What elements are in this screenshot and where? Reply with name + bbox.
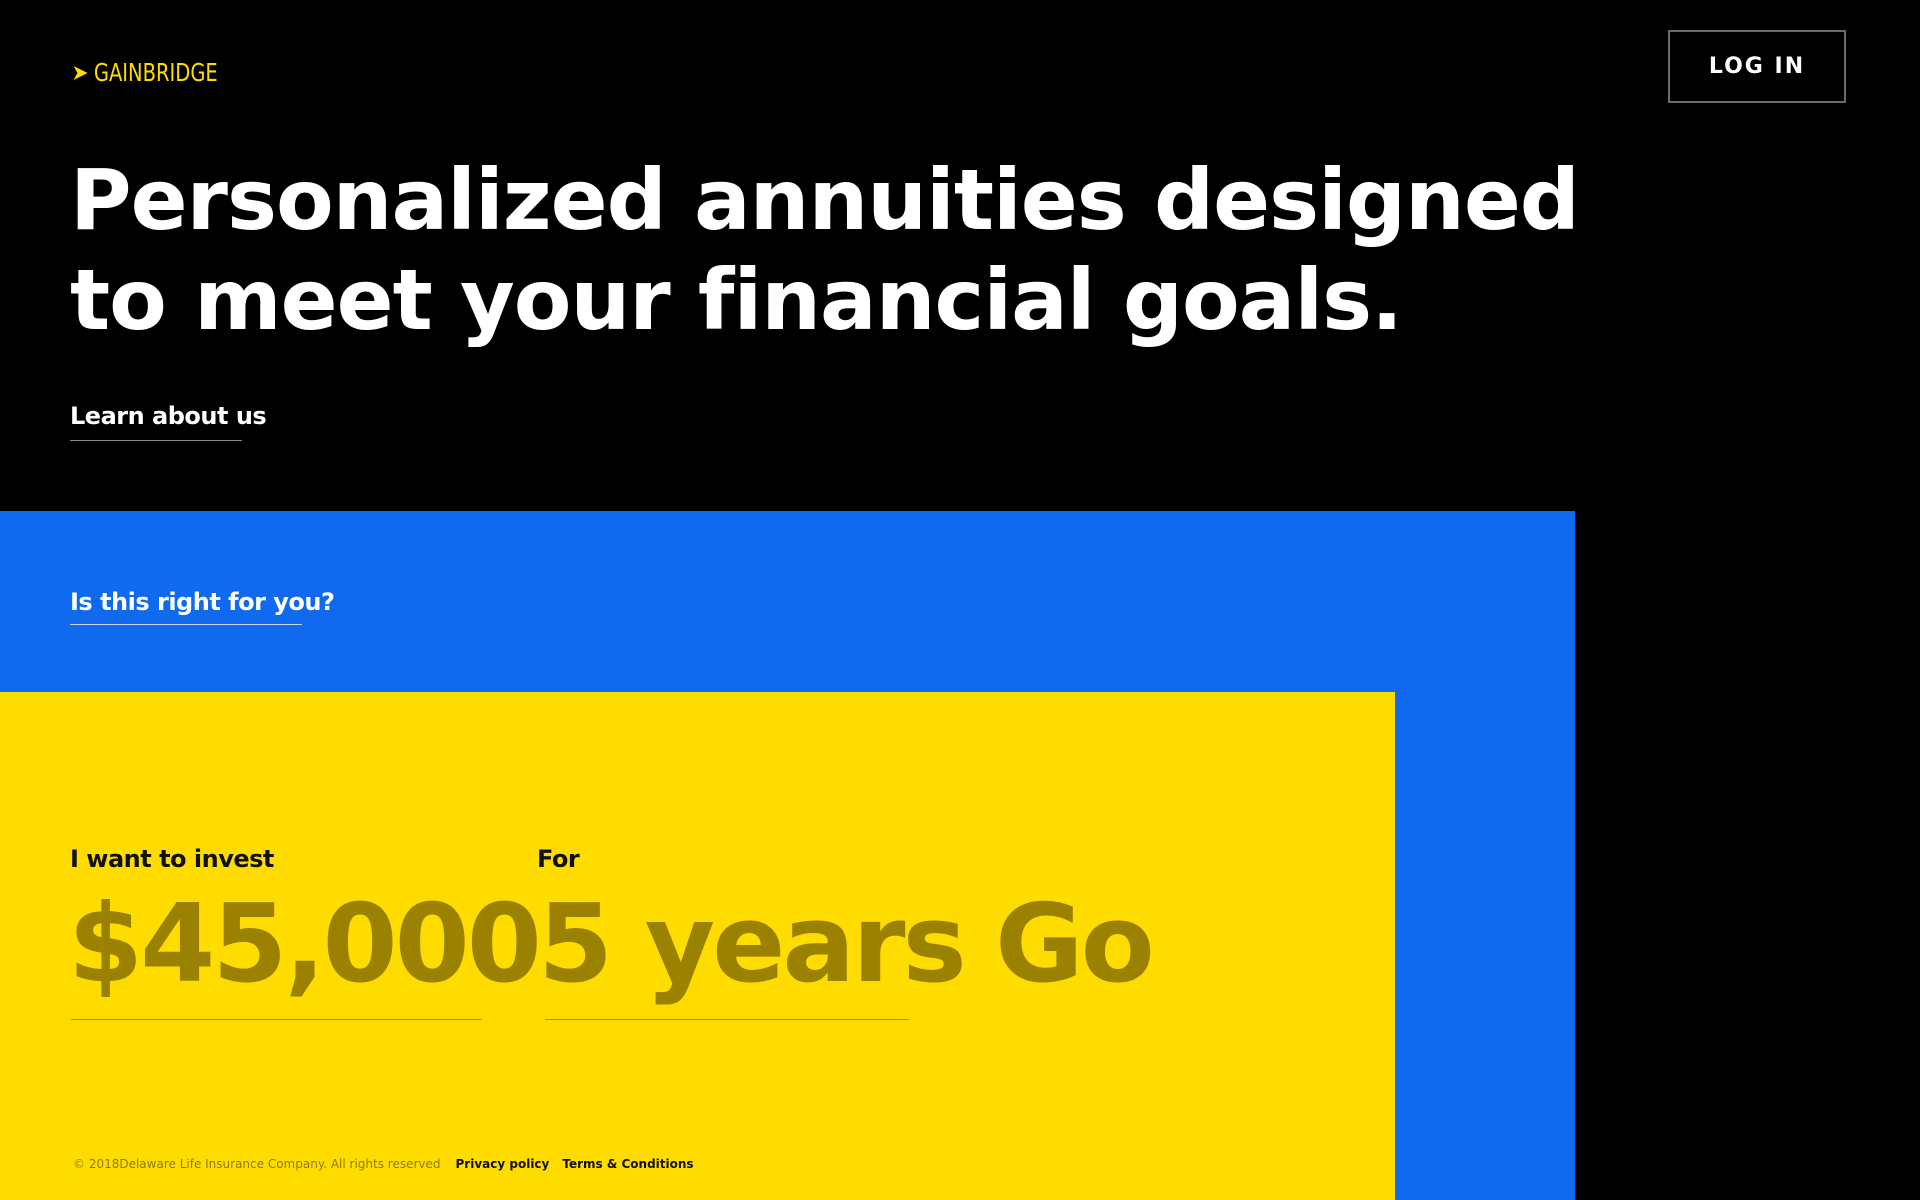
term-label: For [537,845,580,873]
invest-label: I want to invest [70,845,274,873]
footer: © 2018Delaware Life Insurance Company. A… [73,1157,707,1171]
is-this-right-link[interactable]: Is this right for you? [70,588,335,625]
invest-amount-input[interactable]: $45,000 [68,880,542,1010]
login-button[interactable]: LOG IN [1668,30,1846,103]
term-underline [545,1019,909,1020]
terms-link[interactable]: Terms & Conditions [562,1157,693,1171]
gainbridge-logo[interactable]: GAINBRIDGE [72,58,218,87]
hero-title: Personalized annuities designed to meet … [70,150,1580,350]
copyright-text: © 2018Delaware Life Insurance Company. A… [73,1157,441,1171]
learn-about-us-link[interactable]: Learn about us [70,402,267,441]
chevron-right-icon [72,64,89,82]
invest-underline [71,1019,482,1020]
hero-title-line-1: Personalized annuities designed [70,151,1580,249]
logo-text: GAINBRIDGE [93,58,218,87]
page: GAINBRIDGE LOG IN Personalized annuities… [0,0,1920,1200]
privacy-policy-link[interactable]: Privacy policy [456,1157,550,1171]
go-button[interactable]: Go [995,880,1155,1010]
term-select[interactable]: 5 years [538,880,967,1010]
hero-title-line-2: to meet your financial goals. [70,251,1403,349]
